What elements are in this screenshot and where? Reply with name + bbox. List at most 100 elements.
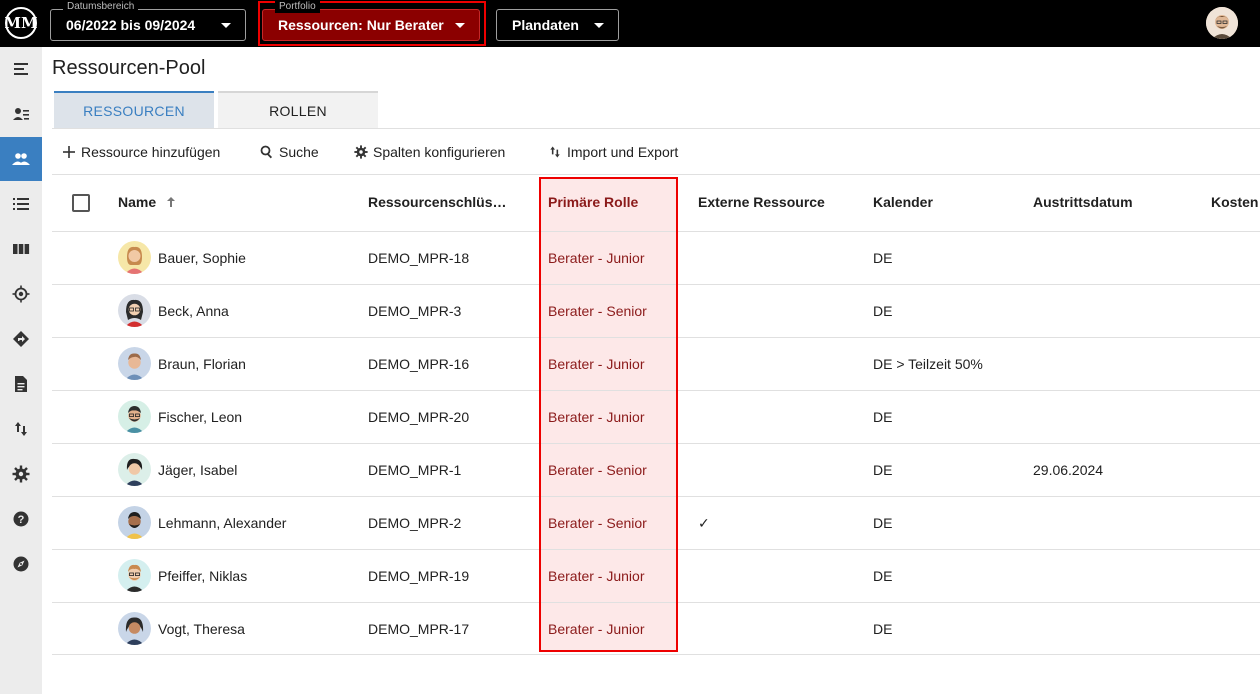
- avatar: [118, 453, 151, 486]
- resource-name: Bauer, Sophie: [158, 250, 246, 266]
- svg-text:?: ?: [18, 514, 25, 526]
- date-range-label: Datumsbereich: [63, 1, 139, 13]
- resource-name: Lehmann, Alexander: [158, 515, 287, 531]
- top-bar: ΜΜ Datumsbereich 06/2022 bis 09/2024 Por…: [0, 0, 1260, 47]
- caret-down-icon: [221, 23, 231, 28]
- sidebar-item-settings[interactable]: [0, 452, 42, 496]
- search-button[interactable]: Suche: [260, 142, 319, 162]
- user-avatar[interactable]: [1206, 7, 1238, 39]
- column-header-calendar[interactable]: Kalender: [873, 194, 933, 210]
- calendar: DE: [873, 462, 893, 478]
- tabs-divider: [52, 128, 1260, 129]
- calendar: DE: [873, 303, 893, 319]
- avatar: [118, 347, 151, 380]
- caret-down-icon: [594, 23, 604, 28]
- tab-roles[interactable]: ROLLEN: [218, 91, 378, 128]
- plan-data-select[interactable]: Plandaten: [496, 9, 619, 41]
- calendar: DE: [873, 568, 893, 584]
- resource-key: DEMO_MPR-1: [368, 462, 462, 478]
- configure-columns-button[interactable]: Spalten konfigurieren: [354, 142, 505, 162]
- calendar: DE: [873, 621, 893, 637]
- resource-key: DEMO_MPR-17: [368, 621, 470, 637]
- portfolio-label: Portfolio: [275, 1, 320, 13]
- resource-name: Beck, Anna: [158, 303, 229, 319]
- column-header-exit-date[interactable]: Austrittsdatum: [1033, 194, 1133, 210]
- target-icon: [12, 285, 30, 303]
- sidebar-item-resources[interactable]: [0, 137, 42, 181]
- sidebar: ?: [0, 47, 42, 694]
- resource-name: Jäger, Isabel: [158, 462, 238, 478]
- resource-key: DEMO_MPR-2: [368, 515, 462, 531]
- people-icon: [12, 153, 30, 165]
- sidebar-item-roadmap[interactable]: [0, 317, 42, 361]
- column-header-cost[interactable]: Kosten: [1211, 194, 1258, 210]
- page-title: Ressourcen-Pool: [52, 57, 206, 79]
- sidebar-item-list[interactable]: [0, 182, 42, 226]
- resource-name: Pfeiffer, Niklas: [158, 568, 248, 584]
- sidebar-item-import-export[interactable]: [0, 407, 42, 451]
- app-logo[interactable]: ΜΜ: [4, 7, 38, 39]
- calendar: DE > Teilzeit 50%: [873, 356, 983, 372]
- primary-role-highlight-frame: [539, 177, 678, 652]
- date-range-select[interactable]: Datumsbereich 06/2022 bis 09/2024: [50, 1, 246, 41]
- avatar: [118, 241, 151, 274]
- calendar: DE: [873, 515, 893, 531]
- calendar: DE: [873, 250, 893, 266]
- import-export-icon: [550, 146, 560, 158]
- search-icon: [260, 145, 273, 159]
- sidebar-item-help[interactable]: ?: [0, 497, 42, 541]
- help-icon: ?: [13, 511, 29, 527]
- import-export-icon: [15, 422, 27, 436]
- sidebar-item-menu[interactable]: [0, 47, 42, 91]
- column-header-resource-key[interactable]: Ressourcenschlüs…: [368, 194, 507, 210]
- avatar: [118, 506, 151, 539]
- gear-icon: [12, 465, 30, 483]
- column-header-name[interactable]: Name: [118, 194, 178, 210]
- resource-key: DEMO_MPR-18: [368, 250, 470, 266]
- import-export-button[interactable]: Import und Export: [548, 142, 678, 162]
- avatar: [118, 294, 151, 327]
- sidebar-item-target[interactable]: [0, 272, 42, 316]
- portfolio-select[interactable]: Portfolio Ressourcen: Nur Berater: [262, 1, 480, 41]
- column-header-name-label: Name: [118, 194, 157, 210]
- external-resource-check: ✓: [698, 515, 710, 531]
- portfolio-value: Ressourcen: Nur Berater: [278, 17, 444, 33]
- add-resource-button[interactable]: Ressource hinzufügen: [62, 142, 220, 162]
- add-resource-label: Ressource hinzufügen: [81, 144, 221, 160]
- plan-data-value: Plandaten: [512, 17, 579, 33]
- resource-key: DEMO_MPR-3: [368, 303, 462, 319]
- sidebar-item-explore[interactable]: [0, 542, 42, 586]
- menu-collapse-icon: [14, 63, 28, 75]
- calendar: DE: [873, 409, 893, 425]
- avatar: [118, 400, 151, 433]
- import-export-label: Import und Export: [567, 144, 679, 160]
- caret-down-icon: [455, 23, 465, 28]
- compass-icon: [13, 556, 29, 572]
- column-header-external-resource[interactable]: Externe Ressource: [698, 194, 825, 210]
- toolbar-divider: [52, 174, 1260, 175]
- resource-name: Braun, Florian: [158, 356, 246, 372]
- avatar: [118, 612, 151, 645]
- sort-ascending-icon: [167, 197, 176, 207]
- plus-icon: [63, 146, 75, 158]
- resource-name: Fischer, Leon: [158, 409, 243, 425]
- sidebar-item-documents[interactable]: [0, 362, 42, 406]
- date-range-value: 06/2022 bis 09/2024: [66, 17, 196, 33]
- sidebar-item-persons[interactable]: [0, 92, 42, 136]
- list-icon: [13, 198, 29, 210]
- gear-icon: [354, 145, 368, 159]
- directions-icon: [13, 331, 29, 347]
- select-all-checkbox[interactable]: [72, 194, 90, 212]
- tab-resources[interactable]: RESSOURCEN: [54, 91, 214, 128]
- columns-icon: [13, 244, 30, 254]
- avatar: [118, 559, 151, 592]
- search-label: Suche: [279, 144, 319, 160]
- exit-date: 29.06.2024: [1033, 462, 1104, 478]
- sidebar-item-board[interactable]: [0, 227, 42, 271]
- resource-name: Vogt, Theresa: [158, 621, 245, 637]
- resource-key: DEMO_MPR-16: [368, 356, 470, 372]
- document-icon: [15, 376, 27, 392]
- person-list-icon: [13, 108, 29, 120]
- resource-key: DEMO_MPR-19: [368, 568, 470, 584]
- configure-columns-label: Spalten konfigurieren: [373, 144, 506, 160]
